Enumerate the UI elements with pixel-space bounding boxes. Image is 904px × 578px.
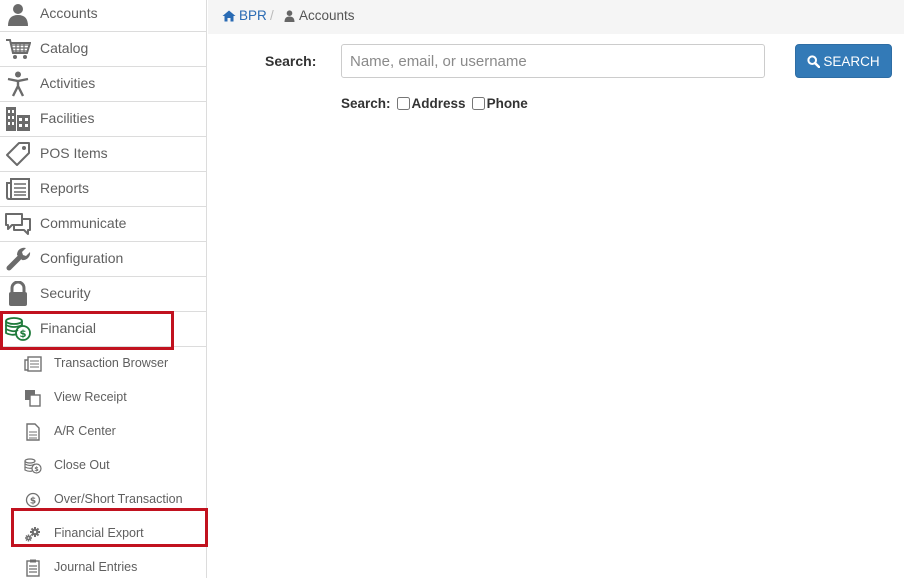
submenu-item-label: Transaction Browser [54, 356, 169, 370]
phone-checkbox-label: Phone [486, 96, 528, 111]
address-checkbox[interactable] [396, 97, 410, 110]
cart-icon [4, 35, 32, 63]
search-input[interactable] [341, 44, 765, 78]
tag-icon [4, 140, 32, 168]
submenu-item-label: Financial Export [54, 526, 144, 540]
search-options: Search: Address Phone [341, 96, 528, 111]
home-icon [222, 10, 236, 21]
submenu-item-close-out[interactable]: $ Close Out [0, 449, 206, 483]
svg-text:$: $ [34, 465, 39, 473]
breadcrumb-current-label: Accounts [299, 8, 355, 23]
search-options-label: Search: [341, 96, 391, 111]
sidebar-item-label: Security [40, 285, 91, 301]
user-icon [4, 0, 32, 28]
submenu-item-label: Journal Entries [54, 560, 138, 574]
breadcrumb-separator: / [270, 8, 274, 23]
copy-icon [23, 389, 43, 407]
submenu-item-label: View Receipt [54, 390, 127, 404]
sidebar-item-activities[interactable]: Activities [0, 67, 206, 102]
financial-submenu: Transaction Browser View Receipt A/R Cen… [0, 347, 206, 578]
sidebar-item-security[interactable]: Security [0, 277, 206, 312]
address-checkbox-label: Address [411, 96, 466, 111]
sidebar-item-accounts[interactable]: Accounts [0, 0, 206, 32]
sidebar-item-label: Financial [40, 320, 97, 336]
gears-icon [23, 525, 43, 543]
sidebar-item-financial[interactable]: $ Financial [0, 312, 206, 347]
coins-icon: $ [4, 315, 32, 343]
sidebar-item-label: Reports [40, 180, 90, 196]
submenu-item-over-short-transaction[interactable]: $ Over/Short Transaction [0, 483, 206, 517]
breadcrumb: BPR / Accounts [208, 0, 904, 34]
sidebar-item-label: POS Items [40, 145, 108, 161]
submenu-item-label: A/R Center [54, 424, 116, 438]
phone-checkbox[interactable] [471, 97, 485, 110]
search-label: Search: [265, 53, 317, 69]
document-icon [23, 423, 43, 441]
sidebar-item-communicate[interactable]: Communicate [0, 207, 206, 242]
dollar-circle-icon: $ [23, 491, 43, 509]
person-icon [4, 70, 32, 98]
search-button-label: SEARCH [823, 53, 880, 69]
submenu-item-journal-entries[interactable]: Journal Entries [0, 551, 206, 578]
sidebar: Accounts Catalog Activities Facilities P [0, 0, 208, 578]
coins-icon: $ [23, 457, 43, 475]
search-button[interactable]: SEARCH [795, 44, 892, 78]
newspaper-icon [4, 175, 32, 203]
newspaper-icon [23, 355, 43, 373]
sidebar-item-label: Activities [40, 75, 96, 91]
breadcrumb-home-label: BPR [239, 8, 267, 23]
sidebar-item-label: Configuration [40, 250, 124, 266]
sidebar-item-facilities[interactable]: Facilities [0, 102, 206, 137]
submenu-item-label: Close Out [54, 458, 110, 472]
sidebar-item-reports[interactable]: Reports [0, 172, 206, 207]
breadcrumb-home-link[interactable]: BPR [222, 8, 267, 23]
submenu-item-ar-center[interactable]: A/R Center [0, 415, 206, 449]
building-icon [4, 105, 32, 133]
app: Accounts Catalog Activities Facilities P [0, 0, 904, 578]
search-icon [807, 54, 821, 68]
sidebar-item-configuration[interactable]: Configuration [0, 242, 206, 277]
user-icon [284, 9, 295, 22]
svg-text:$: $ [20, 329, 27, 340]
svg-text:$: $ [30, 497, 36, 507]
chat-icon [4, 210, 32, 238]
main-content: BPR / Accounts Search: SEARCH Search: Ad… [208, 0, 904, 578]
breadcrumb-current: Accounts [284, 8, 355, 23]
sidebar-item-label: Facilities [40, 110, 95, 126]
submenu-item-transaction-browser[interactable]: Transaction Browser [0, 347, 206, 381]
lock-icon [4, 280, 32, 308]
submenu-item-view-receipt[interactable]: View Receipt [0, 381, 206, 415]
sidebar-item-catalog[interactable]: Catalog [0, 32, 206, 67]
submenu-item-financial-export[interactable]: Financial Export [0, 517, 206, 551]
sidebar-item-label: Communicate [40, 215, 127, 231]
sidebar-item-label: Accounts [40, 5, 98, 21]
sidebar-item-label: Catalog [40, 40, 89, 56]
submenu-item-label: Over/Short Transaction [54, 492, 183, 506]
list-icon [23, 559, 43, 577]
sidebar-item-pos-items[interactable]: POS Items [0, 137, 206, 172]
wrench-icon [4, 245, 32, 273]
